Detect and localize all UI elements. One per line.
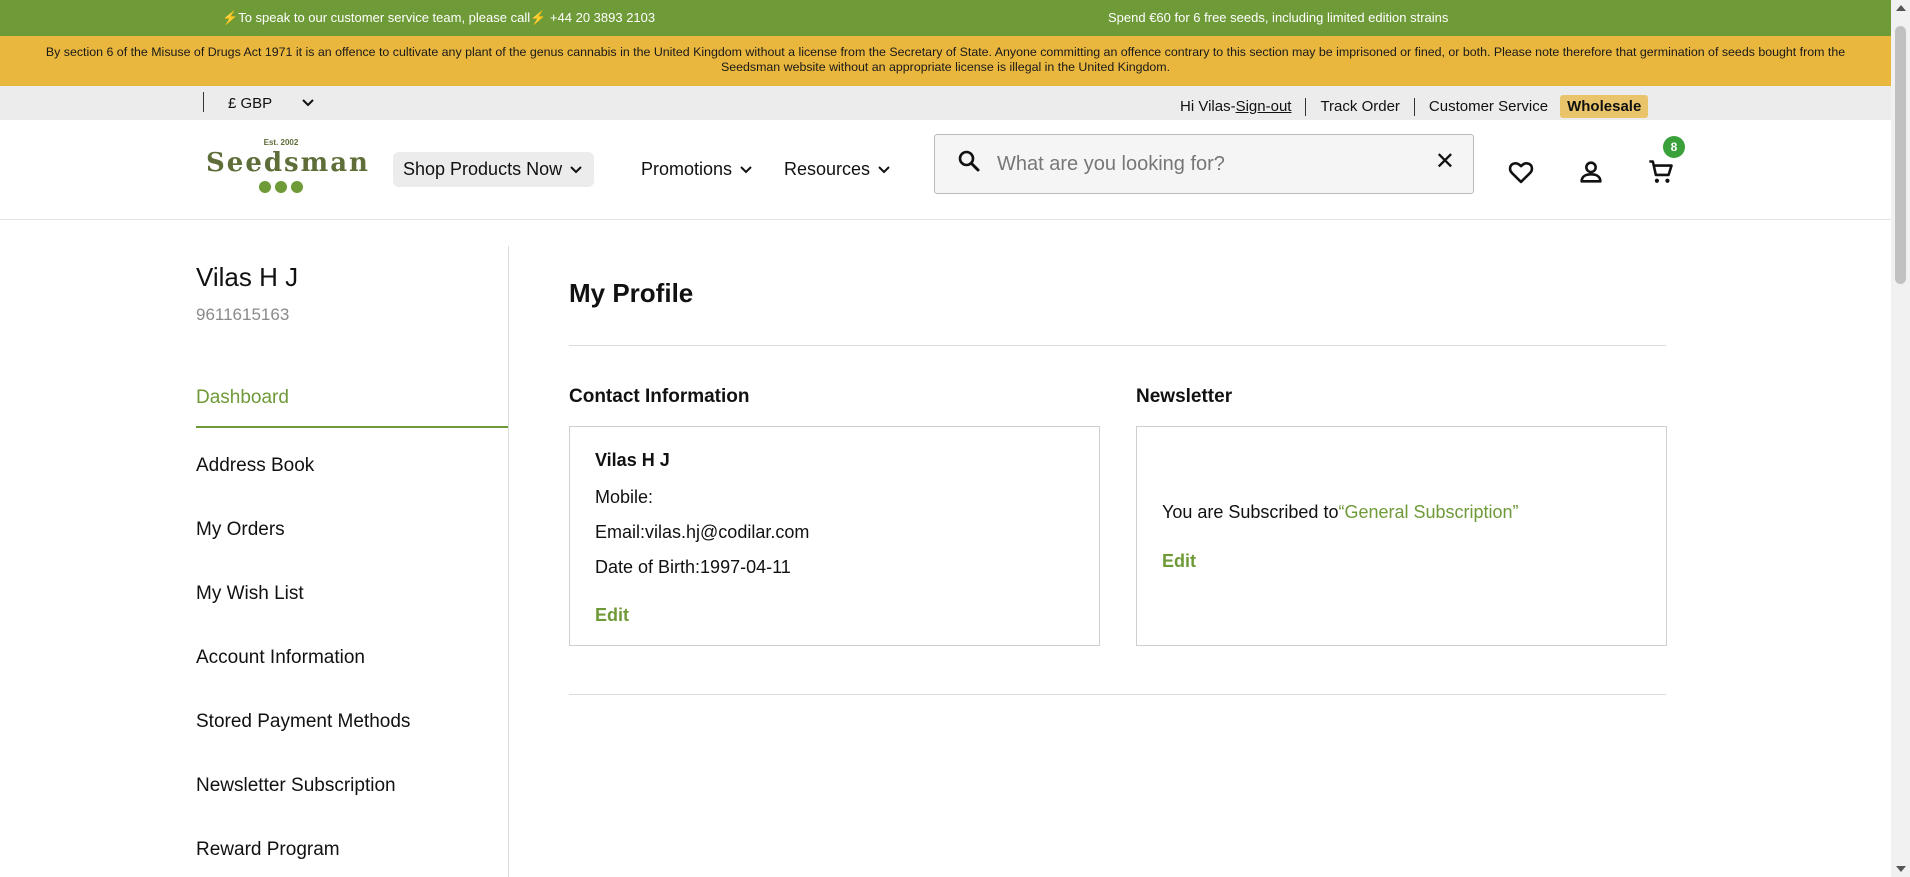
sidebar-item-reward-program[interactable]: Reward Program — [196, 818, 508, 877]
user-icon[interactable] — [1577, 158, 1605, 186]
sidebar-item-newsletter-subscription[interactable]: Newsletter Subscription — [196, 754, 508, 818]
utility-bar: £ GBP Hi Vilas- Sign-out Track Order Cust… — [0, 86, 1891, 120]
divider — [1305, 97, 1307, 116]
edit-newsletter-link[interactable]: Edit — [1162, 551, 1196, 572]
chevron-down-icon — [878, 162, 890, 177]
account-sidebar-menu: Dashboard Address Book My Orders My Wish… — [196, 370, 508, 877]
track-order-link[interactable]: Track Order — [1320, 98, 1399, 115]
promo-phone-number[interactable]: +44 20 3893 2103 — [550, 10, 655, 25]
chevron-down-icon — [570, 162, 582, 177]
legal-notice: By section 6 of the Misuse of Drugs Act … — [0, 36, 1891, 86]
account-links: Hi Vilas- Sign-out Track Order Customer S… — [1180, 95, 1649, 118]
contact-information-heading: Contact Information — [569, 386, 750, 407]
currency-switcher[interactable]: £ GBP — [228, 95, 314, 112]
logo-dots-icon — [206, 181, 356, 193]
contact-information-card: Vilas H J Mobile: Email:vilas.hj@codilar… — [569, 426, 1100, 646]
divider — [1413, 97, 1415, 116]
nav-shop-label: Shop Products Now — [403, 159, 563, 179]
newsletter-heading: Newsletter — [1136, 386, 1233, 407]
chevron-down-icon — [302, 98, 314, 110]
wholesale-link[interactable]: Wholesale — [1560, 95, 1649, 118]
sidebar-item-my-orders[interactable]: My Orders — [196, 498, 508, 562]
promo-phone-text: To speak to our customer service team, p… — [238, 10, 531, 25]
nav-resources-label: Resources — [784, 159, 871, 179]
close-icon[interactable]: ✕ — [1435, 147, 1455, 176]
search-icon[interactable] — [957, 149, 980, 172]
search-box: ✕ — [934, 134, 1474, 194]
greeting: Hi Vilas- — [1180, 98, 1236, 115]
lightning-icon: ⚡ — [222, 10, 239, 25]
scroll-up-arrow-icon[interactable] — [1896, 5, 1906, 11]
divider — [569, 345, 1666, 346]
sidebar-divider — [508, 246, 509, 877]
logo-name: Seedsman — [206, 148, 370, 178]
sidebar-item-address-book[interactable]: Address Book — [196, 434, 508, 498]
logo-est: Est. 2002 — [263, 138, 299, 147]
promo-bar: ⚡To speak to our customer service team, … — [0, 0, 1891, 36]
sign-out-link[interactable]: Sign-out — [1236, 98, 1292, 115]
newsletter-card: You are Subscribed to“General Subscripti… — [1136, 426, 1667, 646]
heart-icon[interactable] — [1507, 158, 1535, 186]
nav-promotions[interactable]: Promotions — [641, 159, 752, 180]
sidebar-item-stored-payment-methods[interactable]: Stored Payment Methods — [196, 690, 508, 754]
nav-shop-products[interactable]: Shop Products Now — [393, 152, 595, 187]
customer-service-link[interactable]: Customer Service — [1429, 98, 1548, 115]
customer-name: Vilas H J — [196, 262, 299, 292]
page-title: My Profile — [569, 278, 694, 308]
cart-count-badge: 8 — [1663, 136, 1685, 158]
newsletter-subscription-name: “General Subscription” — [1338, 502, 1519, 522]
site-header: Est. 2002 Seedsman Shop Products Now Pro… — [0, 120, 1891, 220]
seedsman-logo[interactable]: Est. 2002 Seedsman — [206, 138, 370, 193]
page-scrollbar[interactable] — [1891, 0, 1910, 877]
newsletter-status: You are Subscribed to“General Subscripti… — [1162, 502, 1519, 523]
currency-label: £ GBP — [228, 95, 273, 112]
sidebar-item-dashboard[interactable]: Dashboard — [196, 370, 508, 428]
scrollbar-thumb[interactable] — [1895, 26, 1906, 284]
promo-offer: Spend €60 for 6 free seeds, including li… — [1108, 10, 1449, 25]
lightning-icon: ⚡ — [530, 10, 547, 25]
divider — [569, 694, 1666, 695]
sidebar-item-account-information[interactable]: Account Information — [196, 626, 508, 690]
scroll-down-arrow-icon[interactable] — [1896, 866, 1906, 872]
nav-resources[interactable]: Resources — [784, 159, 890, 180]
divider — [203, 92, 204, 112]
sidebar-item-my-wish-list[interactable]: My Wish List — [196, 562, 508, 626]
customer-phone: 9611615163 — [196, 305, 290, 324]
newsletter-status-text: You are Subscribed to — [1162, 502, 1339, 522]
edit-contact-link[interactable]: Edit — [595, 605, 629, 626]
promo-phone: ⚡To speak to our customer service team, … — [222, 10, 655, 26]
cart-icon[interactable] — [1647, 158, 1675, 186]
search-input[interactable] — [997, 149, 1417, 179]
chevron-down-icon — [740, 162, 752, 177]
contact-date-of-birth: Date of Birth:1997-04-11 — [595, 557, 791, 577]
contact-name: Vilas H J — [595, 450, 670, 470]
contact-mobile: Mobile: — [595, 487, 654, 507]
contact-email: Email:vilas.hj@codilar.com — [595, 522, 810, 542]
nav-promotions-label: Promotions — [641, 159, 733, 179]
